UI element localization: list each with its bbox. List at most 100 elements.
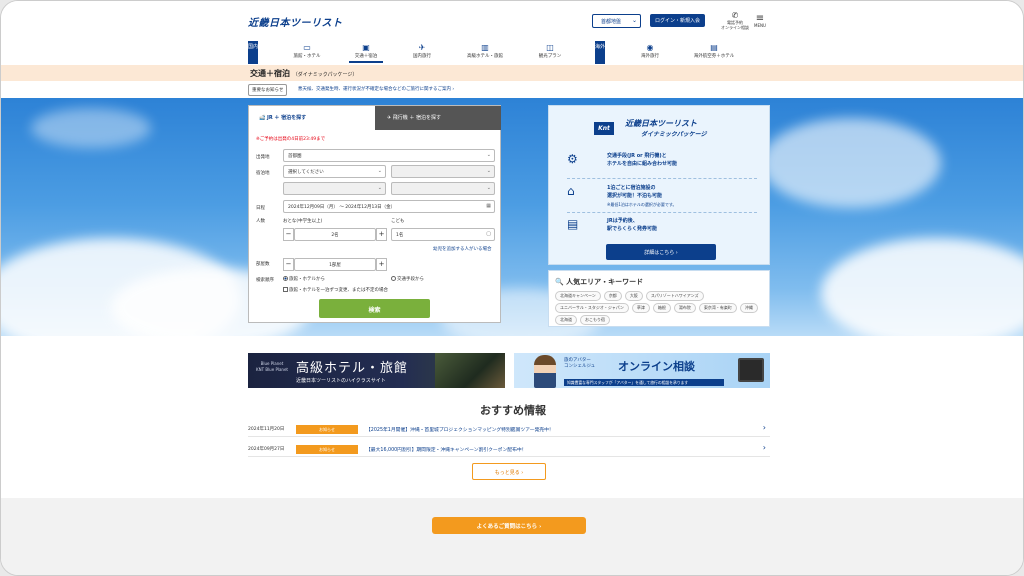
- order-option-transport-label: 交通手段から: [397, 277, 424, 282]
- child-count-field[interactable]: 1名 ▢: [391, 228, 495, 241]
- region-select[interactable]: 首都地盤 ⌄: [592, 14, 641, 28]
- lodging-detail-select[interactable]: ⌄: [391, 182, 495, 195]
- keyword-tag[interactable]: スパリゾートハワイアンズ: [645, 291, 704, 301]
- hero-sky-background: [1, 98, 1023, 336]
- faq-button[interactable]: よくあるご質問はこちら ›: [432, 517, 586, 534]
- hotel-icon: ⌂: [567, 184, 575, 198]
- page-title: 交通＋宿泊 （ダイナミックパッケージ）: [250, 68, 357, 79]
- notice-bar: 重要なお知らせ 悪天候、交通発生時、運行状況が不確定な場合などのご旅行に関するご…: [1, 81, 1023, 98]
- keyword-tag[interactable]: 箱根: [652, 303, 671, 313]
- date-value: 2024年12月09日（月） 〜 2024年12月13日（金）: [288, 205, 396, 210]
- chevron-down-icon: ⌄: [377, 185, 382, 191]
- blue-planet-logo-sub: KNT Blue Planet: [256, 367, 288, 372]
- tab-jr-lodging[interactable]: 🚅 JR ＋ 宿泊を探す: [249, 106, 375, 130]
- adult-plus-button[interactable]: +: [376, 228, 387, 241]
- train-icon: ▣: [362, 43, 370, 52]
- login-button[interactable]: ログイン・新規入会: [650, 14, 705, 27]
- news-text: 【2025年1月開催】沖縄・首里城プロジェクションマッピング特別鑑賞ツアー発売中…: [366, 428, 554, 433]
- child-label: こども: [391, 219, 405, 224]
- promo-detail-button[interactable]: 詳細はこちら ›: [606, 244, 716, 260]
- news-date: 2024年11月20日: [248, 427, 285, 432]
- order-option-transport[interactable]: 交通手段から: [391, 276, 424, 282]
- order-checkbox-label: 旅館・ホテルを一泊ずつ変更、または不定の場合: [289, 288, 388, 293]
- train-plane-icon: ⚙: [567, 152, 578, 166]
- radio-icon: [391, 276, 396, 281]
- menu-button[interactable]: ≡ MENU: [753, 14, 767, 29]
- luxury-banner-subtitle: 近畿日本ツーリストのハイクラスサイト: [296, 378, 386, 384]
- nav-item-luxury[interactable]: ▥ 高級ホテル・旅館: [461, 43, 509, 59]
- keyword-tag[interactable]: 沖縄: [739, 303, 758, 313]
- site-logo[interactable]: 近畿日本ツーリスト: [248, 14, 343, 29]
- lodging-pref-select[interactable]: 選択してください ⌄: [283, 165, 386, 178]
- tablet-image: [738, 358, 764, 382]
- date-label: 日程: [256, 206, 265, 211]
- rooms-minus-button[interactable]: −: [283, 258, 294, 271]
- lodging-pref-value: 選択してください: [288, 170, 324, 175]
- rooms-count-field[interactable]: 1部屋: [294, 258, 376, 271]
- online-consult-label: オンライン相談: [721, 25, 749, 30]
- nav-item-domestic-travel[interactable]: ✈ 国内旅行: [405, 43, 439, 59]
- online-consult-banner[interactable]: 旅のアバター コンシェルジュ オンライン相談 知識豊富な専門スタッフが「アバター…: [514, 353, 770, 388]
- keywords-title: 🔍 人気エリア・キーワード: [555, 277, 643, 287]
- tab-jr-label: JR ＋ 宿泊を探す: [266, 115, 307, 121]
- footer-band: [1, 498, 1023, 575]
- nav-item-label: 交通＋宿泊: [354, 54, 378, 59]
- more-news-button[interactable]: もっと見る ›: [472, 463, 546, 480]
- infant-add-link[interactable]: 幼児を追加する人がいる場合: [433, 246, 492, 252]
- order-option-hotel[interactable]: 旅館・ホテルから: [283, 276, 325, 282]
- search-submit-button[interactable]: 検索: [319, 299, 430, 318]
- knt-logo: Knt: [594, 122, 614, 135]
- keyword-tag[interactable]: ユニバーサル・スタジオ・ジャパン: [555, 303, 629, 313]
- booking-deadline-warning: ※ご予約は出発の4日前23:49まで: [256, 137, 326, 142]
- departure-value: 首都圏: [288, 154, 302, 159]
- adult-minus-button[interactable]: −: [283, 228, 294, 241]
- blue-planet-logo: Blue Planet KNT Blue Planet: [254, 361, 290, 373]
- online-banner-subtitle: 知識豊富な専門スタッフが「アバター」を通して旅行の相談を承ります: [564, 379, 724, 386]
- keyword-tag[interactable]: おこもり宿: [580, 315, 610, 325]
- chevron-down-icon: ⌄: [486, 185, 491, 191]
- departure-select[interactable]: 首都圏 ⌄: [283, 149, 495, 162]
- keywords-title-text: 人気エリア・キーワード: [566, 278, 644, 286]
- date-field[interactable]: 2024年12月09日（月） 〜 2024年12月13日（金） ▦: [283, 200, 495, 213]
- nav-item-overseas-air-hotel[interactable]: ▤ 海外航空券＋ホテル: [689, 43, 739, 59]
- nav-item-hotel[interactable]: ▭ 旅館・ホテル: [288, 43, 326, 59]
- search-panel: 🚅 JR ＋ 宿泊を探す ✈ 飛行機 ＋ 宿泊を探す ※ご予約は出発の4日前23…: [248, 105, 501, 323]
- keyword-tag[interactable]: 大阪: [624, 291, 643, 301]
- keyword-tag[interactable]: 北海道: [555, 315, 577, 325]
- rooms-label: 部屋数: [256, 262, 270, 267]
- edit-icon: ▢: [486, 231, 491, 237]
- lodging-area-select[interactable]: ⌄: [391, 165, 495, 178]
- nav-item-overseas-travel[interactable]: ◉ 海外旅行: [633, 43, 667, 59]
- order-checkbox[interactable]: 旅館・ホテルを一泊ずつ変更、または不定の場合: [283, 287, 388, 293]
- tab-air-lodging[interactable]: ✈ 飛行機 ＋ 宿泊を探す: [375, 106, 501, 130]
- site-header: 近畿日本ツーリスト 首都地盤 ⌄ ログイン・新規入会 ✆ 電話予約 オンライン相…: [1, 1, 1023, 41]
- nav-item-sightseeing[interactable]: ◫ 観光プラン: [531, 43, 569, 59]
- nav-item-label: 高級ホテル・旅館: [467, 54, 503, 59]
- adult-count-field[interactable]: 2名: [294, 228, 376, 241]
- notice-link[interactable]: 悪天候、交通発生時、運行状況が不確定な場合などのご旅行に関するご案内 ›: [298, 86, 454, 92]
- phone-reservation-button[interactable]: ✆ 電話予約 オンライン相談: [720, 11, 750, 30]
- keyword-tag[interactable]: 東京湾・有楽町: [698, 303, 737, 313]
- building-icon: ▥: [481, 43, 489, 52]
- keyword-tag[interactable]: 湯布院: [673, 303, 696, 313]
- keyword-tag[interactable]: 北海道キャンペーン: [555, 291, 601, 301]
- online-banner-title: オンライン相談: [618, 360, 695, 373]
- plane-icon: ✈: [418, 43, 426, 52]
- lodging-sub-select[interactable]: ⌄: [283, 182, 386, 195]
- luxury-hotel-banner[interactable]: Blue Planet KNT Blue Planet 高級ホテル・旅館 近畿日…: [248, 353, 505, 388]
- rooms-plus-button[interactable]: +: [376, 258, 387, 271]
- promo-point-2-text: 1泊ごとに宿泊施設の 選択が可能！不泊も可能: [607, 185, 663, 199]
- keyword-tag[interactable]: 京都: [603, 291, 622, 301]
- news-item[interactable]: 2024年11月20日 お知らせ 【2025年1月開催】沖縄・首里城プロジェクシ…: [248, 423, 770, 437]
- nav-item-transport-lodging[interactable]: ▣ 交通＋宿泊: [349, 43, 383, 63]
- important-notice-button[interactable]: 重要なお知らせ: [248, 84, 288, 96]
- promo-point-1-text: 交通手段(JR or 飛行機)と ホテルを自由に組み合わせ可能: [607, 153, 678, 167]
- promo-point-2-note: ※最低1泊はホテルの選択が必要です。: [607, 202, 677, 207]
- order-option-hotel-label: 旅館・ホテルから: [289, 277, 325, 282]
- page-title-sub: （ダイナミックパッケージ）: [292, 72, 358, 78]
- keyword-tag[interactable]: 草津: [631, 303, 650, 313]
- concierge-avatar-image: [534, 355, 556, 388]
- news-item[interactable]: 2024年09月27日 お知らせ 【最大16,000円割引】期間限定・沖縄キャン…: [248, 443, 770, 457]
- chevron-down-icon: ⌄: [486, 168, 491, 174]
- promo-brand: 近畿日本ツーリスト: [625, 119, 697, 128]
